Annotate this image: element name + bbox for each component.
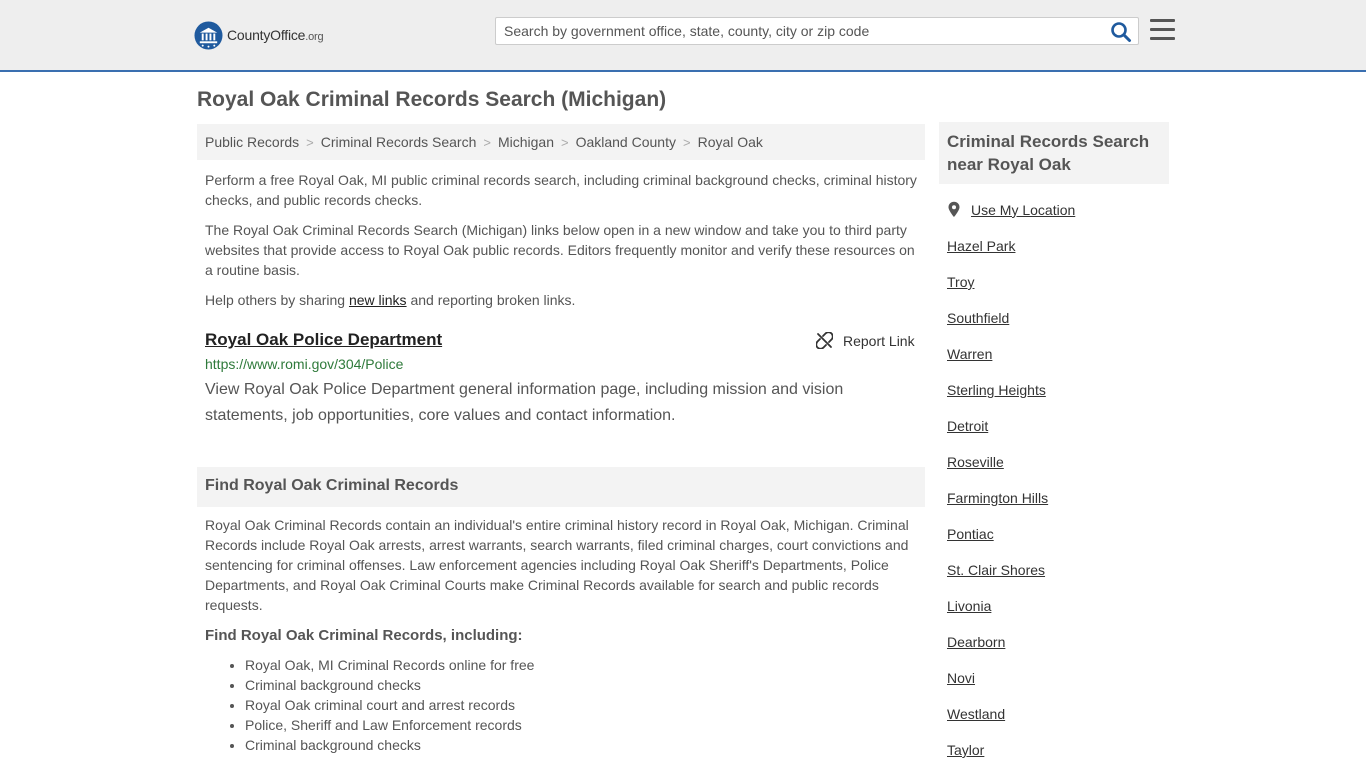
report-link-label: Report Link — [843, 332, 915, 349]
logo-text-suffix: .org — [305, 31, 324, 43]
city-link-st-clair-shores[interactable]: St. Clair Shores — [947, 562, 1045, 578]
breadcrumb-royal-oak[interactable]: Royal Oak — [698, 134, 763, 150]
use-my-location-label: Use My Location — [971, 201, 1076, 218]
city-link-warren[interactable]: Warren — [947, 346, 992, 362]
city-link-farmington-hills[interactable]: Farmington Hills — [947, 490, 1048, 506]
list-item: Sterling Heights — [947, 380, 1048, 416]
site-header: CountyOffice.org — [0, 0, 1366, 72]
find-records-paragraph: Royal Oak Criminal Records contain an in… — [205, 517, 909, 613]
city-link-sterling-heights[interactable]: Sterling Heights — [947, 382, 1046, 398]
city-link-southfield[interactable]: Southfield — [947, 310, 1009, 326]
city-link-westland[interactable]: Westland — [947, 706, 1005, 722]
intro-paragraph-1: Perform a free Royal Oak, MI public crim… — [205, 172, 917, 208]
breadcrumb-separator-icon: > — [483, 134, 491, 150]
site-logo[interactable]: CountyOffice.org — [194, 20, 324, 50]
list-item: Dearborn — [947, 632, 1048, 668]
breadcrumb-separator-icon: > — [682, 134, 691, 150]
list-item: St. Clair Shores — [947, 560, 1048, 596]
list-item: Farmington Hills — [947, 488, 1048, 524]
list-item: Police, Sheriff and Law Enforcement reco… — [245, 715, 534, 735]
search-icon[interactable] — [1110, 21, 1132, 43]
menu-bar — [1150, 28, 1175, 31]
report-link-button[interactable]: Report Link — [816, 332, 915, 349]
city-link-hazel-park[interactable]: Hazel Park — [947, 238, 1015, 254]
city-link-roseville[interactable]: Roseville — [947, 454, 1004, 470]
list-item: Livonia — [947, 596, 1048, 632]
result-description: View Royal Oak Police Department general… — [205, 381, 844, 424]
list-item: Pontiac — [947, 524, 1048, 560]
breadcrumb-separator-icon: > — [560, 134, 569, 150]
logo-text-main: CountyOffice — [227, 27, 306, 43]
search-input[interactable] — [496, 18, 1112, 44]
list-item: Warren — [947, 344, 1048, 380]
logo-text: CountyOffice.org — [227, 27, 324, 43]
city-link-novi[interactable]: Novi — [947, 670, 975, 686]
city-link-livonia[interactable]: Livonia — [947, 598, 991, 614]
list-item: Royal Oak criminal court and arrest reco… — [245, 695, 534, 715]
breadcrumb-oakland-county[interactable]: Oakland County — [576, 134, 676, 150]
intro-text-before: Help others by sharing — [205, 292, 349, 308]
map-pin-icon — [948, 201, 960, 217]
intro-text-after: and reporting broken links. — [406, 292, 576, 308]
list-item: Troy — [947, 272, 1048, 308]
breadcrumb-criminal-records-search[interactable]: Criminal Records Search — [321, 134, 477, 150]
list-item: Criminal background checks — [245, 735, 534, 755]
list-item: Roseville — [947, 452, 1048, 488]
nearby-cities-list: Hazel Park Troy Southfield Warren Sterli… — [947, 236, 1048, 776]
breadcrumb-separator-icon: > — [306, 134, 314, 150]
page-title: Royal Oak Criminal Records Search (Michi… — [197, 88, 667, 111]
list-item: Detroit — [947, 416, 1048, 452]
new-links-link[interactable]: new links — [349, 292, 407, 308]
list-item: Criminal background checks — [245, 675, 534, 695]
city-link-troy[interactable]: Troy — [947, 274, 974, 290]
sidebar-heading: Criminal Records Search near Royal Oak — [939, 122, 1169, 184]
breadcrumb-public-records[interactable]: Public Records — [205, 134, 299, 150]
list-item: Southfield — [947, 308, 1048, 344]
list-item: Hazel Park — [947, 236, 1048, 272]
hamburger-menu-icon[interactable] — [1150, 19, 1175, 41]
list-item: Westland — [947, 704, 1048, 740]
use-my-location-link[interactable]: Use My Location — [947, 201, 1075, 218]
list-item: Novi — [947, 668, 1048, 704]
menu-bar — [1150, 19, 1175, 22]
breadcrumb: Public Records > Criminal Records Search… — [197, 124, 925, 160]
find-records-heading: Find Royal Oak Criminal Records — [197, 467, 925, 507]
list-item: Royal Oak, MI Criminal Records online fo… — [245, 655, 534, 675]
result-title-link[interactable]: Royal Oak Police Department — [205, 330, 442, 350]
find-records-subheading: Find Royal Oak Criminal Records, includi… — [205, 627, 523, 644]
city-link-detroit[interactable]: Detroit — [947, 418, 988, 434]
list-item: Taylor — [947, 740, 1048, 776]
result-url-link[interactable]: https://www.romi.gov/304/Police — [205, 356, 403, 372]
breadcrumb-michigan[interactable]: Michigan — [498, 134, 554, 150]
menu-bar — [1150, 37, 1175, 40]
logo-icon — [194, 20, 223, 50]
search-box — [495, 17, 1139, 45]
city-link-pontiac[interactable]: Pontiac — [947, 526, 994, 542]
city-link-dearborn[interactable]: Dearborn — [947, 634, 1005, 650]
intro-paragraph-2: The Royal Oak Criminal Records Search (M… — [205, 222, 915, 278]
city-link-taylor[interactable]: Taylor — [947, 742, 984, 758]
intro-paragraph-3: Help others by sharing new links and rep… — [205, 290, 921, 310]
find-records-list: Royal Oak, MI Criminal Records online fo… — [205, 655, 534, 755]
broken-link-icon — [816, 332, 833, 349]
